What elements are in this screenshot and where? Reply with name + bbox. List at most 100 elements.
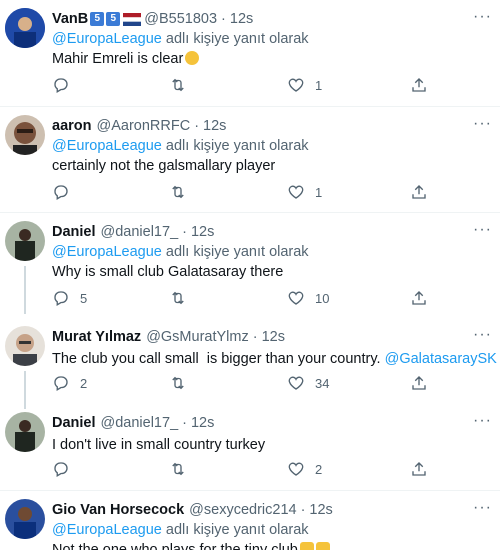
- reply-mention-link[interactable]: @EuropaLeague: [52, 31, 162, 47]
- timestamp[interactable]: 12s: [191, 414, 214, 432]
- reply-mention-link[interactable]: @EuropaLeague: [52, 244, 162, 260]
- share-icon: [412, 291, 426, 305]
- more-options-icon[interactable]: ···: [473, 412, 492, 430]
- tweet-header: Murat Yılmaz @GsMuratYlmz · 12s: [52, 328, 500, 346]
- reply-context: @EuropaLeague adlı kişiye yanıt olarak: [52, 30, 500, 49]
- more-options-icon[interactable]: ···: [473, 221, 492, 239]
- more-options-icon[interactable]: ···: [473, 115, 492, 133]
- heart-icon: [288, 185, 304, 199]
- retweet-icon: [172, 462, 184, 476]
- display-name[interactable]: VanB: [52, 10, 88, 28]
- tweet-3[interactable]: Daniel @daniel17_ · 12s @EuropaLeague ad…: [0, 213, 500, 313]
- share-button[interactable]: [410, 183, 428, 201]
- avatar[interactable]: [5, 115, 45, 155]
- mention-link[interactable]: @GalatasaraySK: [385, 351, 497, 367]
- tweet-text: Mahir Emreli is clear: [52, 50, 500, 69]
- handle[interactable]: @AaronRRFC: [97, 117, 191, 135]
- avatar[interactable]: [5, 499, 45, 539]
- separator-dot: ·: [300, 502, 306, 518]
- badge: 5: [90, 12, 105, 26]
- reply-label: adlı kişiye yanıt olarak: [165, 31, 309, 47]
- badge: 5: [106, 12, 121, 26]
- reply-context: @EuropaLeague adlı kişiye yanıt olarak: [52, 243, 500, 262]
- reply-icon: [54, 462, 68, 477]
- retweet-button[interactable]: [169, 460, 197, 478]
- handle[interactable]: @daniel17_: [101, 414, 179, 432]
- retweet-button[interactable]: [169, 374, 197, 392]
- tweet-text: I don't live in small country turkey: [52, 437, 266, 453]
- reply-button[interactable]: [52, 460, 80, 478]
- tweet-text: The club you call small is bigger than y…: [52, 350, 500, 369]
- like-count: 34: [315, 375, 330, 391]
- reply-button[interactable]: 2: [52, 374, 87, 392]
- like-button[interactable]: 10: [287, 289, 329, 307]
- more-options-icon[interactable]: ···: [473, 499, 492, 517]
- timestamp[interactable]: 12s: [262, 328, 285, 346]
- separator-dot: ·: [221, 11, 226, 27]
- tweet-text-content: Not the one who plays for the tiny club: [52, 542, 298, 550]
- retweet-button[interactable]: [169, 289, 197, 307]
- display-name[interactable]: Daniel: [52, 223, 96, 241]
- reply-button[interactable]: [52, 183, 80, 201]
- reply-button[interactable]: [52, 76, 80, 94]
- avatar[interactable]: [5, 326, 45, 366]
- retweet-button[interactable]: [169, 76, 197, 94]
- share-button[interactable]: [410, 289, 428, 307]
- reply-mention-link[interactable]: @EuropaLeague: [52, 522, 162, 538]
- timestamp[interactable]: 12s: [230, 10, 253, 28]
- timestamp[interactable]: 12s: [203, 117, 226, 135]
- tweet-2[interactable]: aaron @AaronRRFC · 12s @EuropaLeague adl…: [0, 107, 500, 212]
- timestamp[interactable]: 12s: [309, 501, 332, 519]
- tweet-header: Gio Van Horsecock @sexycedric214 · 12s: [52, 501, 500, 519]
- tweet-4[interactable]: Murat Yılmaz @GsMuratYlmz · 12s The club…: [0, 318, 500, 408]
- share-button[interactable]: [410, 76, 428, 94]
- avatar[interactable]: [5, 412, 45, 452]
- display-name[interactable]: Murat Yılmaz: [52, 328, 141, 346]
- handle[interactable]: @daniel17_: [101, 223, 179, 241]
- reply-count: 2: [80, 375, 88, 391]
- like-button[interactable]: 34: [287, 374, 329, 392]
- tweet-header: VanB 5 5 @B551803 · 12s: [52, 10, 500, 28]
- display-name[interactable]: Gio Van Horsecock: [52, 501, 184, 519]
- more-options-icon[interactable]: ···: [473, 8, 492, 26]
- more-options-icon[interactable]: ···: [473, 326, 492, 344]
- reply-icon: [54, 78, 68, 93]
- laughing-cat-emoji-icon: [299, 542, 314, 550]
- tweet-6[interactable]: Gio Van Horsecock @sexycedric214 · 12s @…: [0, 491, 500, 550]
- separator-dot: ·: [252, 329, 258, 345]
- share-icon: [412, 78, 426, 92]
- retweet-button[interactable]: [169, 183, 197, 201]
- avatar[interactable]: [5, 8, 45, 48]
- handle[interactable]: @B551803: [144, 10, 217, 28]
- share-button[interactable]: [410, 460, 428, 478]
- reply-mention-link[interactable]: @EuropaLeague: [52, 138, 162, 154]
- reply-icon: [54, 376, 68, 391]
- handle[interactable]: @GsMuratYlmz: [146, 328, 249, 346]
- like-count: 1: [315, 77, 323, 93]
- display-name[interactable]: Daniel: [52, 414, 96, 432]
- share-button[interactable]: [410, 374, 428, 392]
- handle[interactable]: @sexycedric214: [189, 501, 296, 519]
- like-button[interactable]: 1: [287, 183, 322, 201]
- tweet-text: certainly not the galsmallary player: [52, 158, 276, 174]
- tweet-1[interactable]: VanB 5 5 @B551803 · 12s @EuropaLeague ad…: [0, 0, 500, 105]
- heart-icon: [288, 376, 304, 390]
- timestamp[interactable]: 12s: [191, 223, 214, 241]
- separator-dot: ·: [182, 224, 187, 240]
- heart-icon: [288, 78, 304, 92]
- like-button[interactable]: 1: [287, 76, 322, 94]
- separator-dot: ·: [194, 118, 200, 134]
- retweet-icon: [172, 291, 184, 305]
- like-count: 1: [315, 184, 323, 200]
- heart-icon: [288, 291, 304, 305]
- reply-button[interactable]: 5: [52, 289, 87, 307]
- tweet-5[interactable]: Daniel @daniel17_ · 12s I don't live in …: [0, 404, 500, 484]
- heart-icon: [288, 462, 304, 476]
- like-button[interactable]: 2: [287, 460, 322, 478]
- like-count: 10: [315, 290, 330, 306]
- display-name[interactable]: aaron: [52, 117, 92, 135]
- laughing-cat-emoji-icon: [315, 542, 330, 550]
- share-icon: [412, 462, 426, 476]
- avatar[interactable]: [5, 221, 45, 261]
- like-count: 2: [315, 461, 323, 477]
